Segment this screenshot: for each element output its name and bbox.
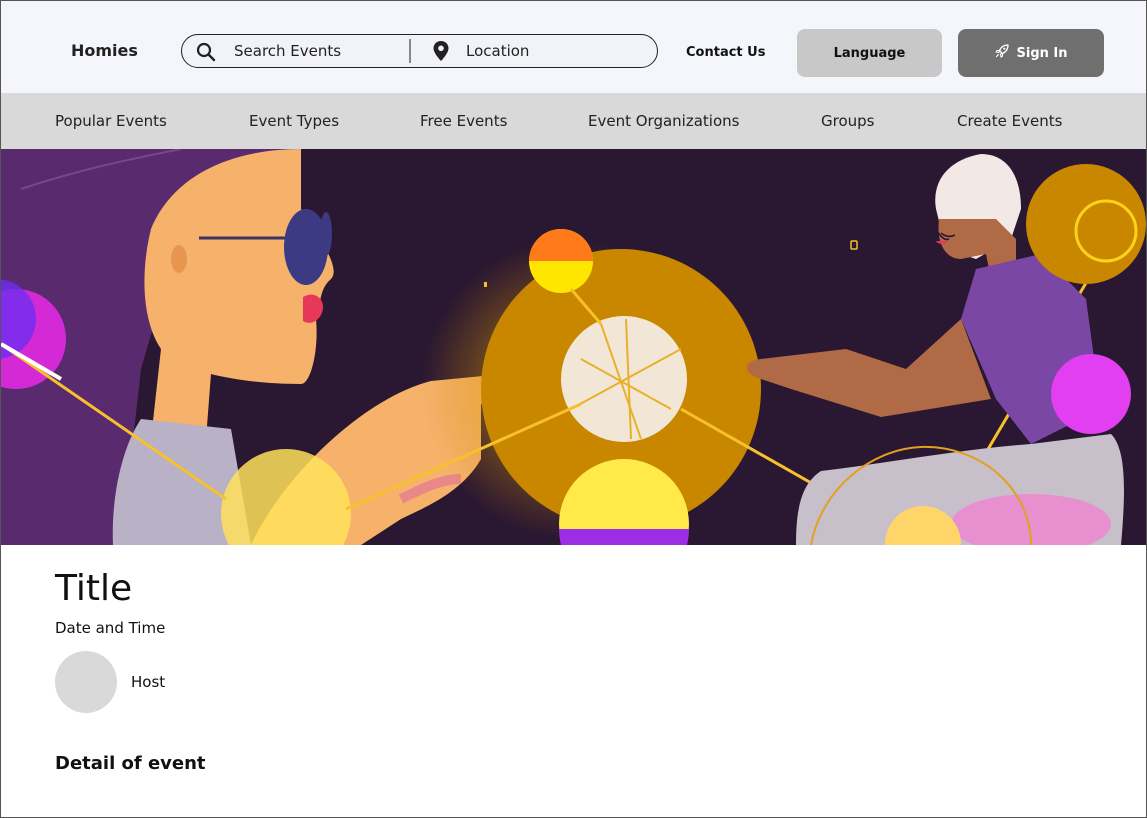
- category-nav: Popular Events Event Types Free Events E…: [1, 93, 1146, 149]
- language-button-label: Language: [833, 45, 906, 61]
- sign-in-button[interactable]: Sign In: [958, 29, 1104, 77]
- map-pin-icon: [433, 41, 449, 61]
- nav-popular-events[interactable]: Popular Events: [55, 112, 167, 130]
- event-detail-heading: Detail of event: [55, 753, 206, 774]
- search-icon[interactable]: [196, 42, 216, 62]
- nav-free-events[interactable]: Free Events: [420, 112, 507, 130]
- location-input[interactable]: Location: [466, 42, 529, 60]
- rocket-icon: [994, 44, 1009, 62]
- event-date-time: Date and Time: [55, 619, 166, 637]
- language-button[interactable]: Language: [797, 29, 942, 77]
- nav-create-events[interactable]: Create Events: [957, 112, 1062, 130]
- nav-event-organizations[interactable]: Event Organizations: [588, 112, 739, 130]
- nav-groups[interactable]: Groups: [821, 112, 874, 130]
- nav-event-types[interactable]: Event Types: [249, 112, 339, 130]
- host-avatar[interactable]: [55, 651, 117, 713]
- hero-banner-image: [1, 149, 1146, 545]
- host-name[interactable]: Host: [131, 673, 165, 691]
- search-input[interactable]: Search Events: [234, 42, 341, 60]
- brand-logo[interactable]: Homies: [71, 41, 138, 60]
- search-divider: [409, 39, 411, 63]
- search-bar[interactable]: Search Events Location: [181, 34, 658, 68]
- top-header: Homies Search Events Location Contact Us…: [1, 1, 1146, 93]
- sign-in-button-label: Sign In: [1016, 45, 1068, 61]
- event-title: Title: [55, 568, 133, 609]
- page: Homies Search Events Location Contact Us…: [0, 0, 1147, 818]
- contact-us-link[interactable]: Contact Us: [686, 45, 765, 60]
